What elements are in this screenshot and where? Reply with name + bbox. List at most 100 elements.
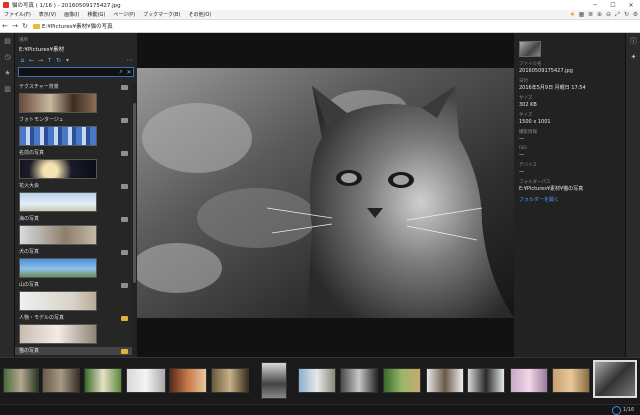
folder-thumbnail xyxy=(19,159,97,179)
folder-item-named[interactable]: 名前の写真 xyxy=(15,149,132,182)
filename-value: 20160509175427.jpg xyxy=(519,68,573,74)
menu-file[interactable]: ファイル(F) xyxy=(0,11,35,18)
bookmark-icon[interactable]: ▾ xyxy=(63,57,72,64)
folder-thumbnail xyxy=(19,324,97,344)
iso-value: — xyxy=(519,152,524,158)
zoom-out-icon[interactable]: ⊖ xyxy=(604,11,613,18)
folder-item-cats[interactable]: 猫の写真 xyxy=(15,347,132,355)
folder-icon xyxy=(121,184,128,189)
forward-icon[interactable]: → xyxy=(36,57,45,64)
search-icon[interactable]: ⌕ xyxy=(117,68,125,76)
location-label: 場所 xyxy=(19,38,28,43)
folder-search-input[interactable] xyxy=(19,68,117,76)
folder-name: 名前の写真 xyxy=(19,150,45,156)
settings-icon[interactable]: ⚙ xyxy=(631,11,640,18)
folder-name: 海の写真 xyxy=(19,216,40,222)
folder-name: 猫の写真 xyxy=(19,348,40,354)
folder-path-label: フォルダーパス xyxy=(519,180,551,185)
info-thumbnail xyxy=(519,41,541,57)
fit-icon[interactable]: ⤢ xyxy=(613,11,622,19)
folder-name: 犬の写真 xyxy=(19,249,40,255)
address-path[interactable]: E:¥Pictures¥素材¥猫の写真 xyxy=(42,22,113,30)
folder-tree-icon[interactable]: ▤ xyxy=(0,33,15,49)
location-path: E:¥Pictures¥素材 xyxy=(19,47,65,53)
home-icon[interactable]: ⌂ xyxy=(18,57,27,64)
clear-icon[interactable]: ✕ xyxy=(125,69,133,76)
film-thumbnail[interactable] xyxy=(211,368,249,393)
refresh-icon[interactable]: ↻ xyxy=(54,57,63,64)
folder-thumbnail xyxy=(19,93,97,113)
folder-name: 花火大会 xyxy=(19,183,40,189)
film-thumbnail-current[interactable] xyxy=(593,360,637,398)
minimize-icon[interactable]: ─ xyxy=(586,2,604,9)
folder-name: 人物・モデルの写真 xyxy=(19,315,65,321)
folder-item-texture[interactable]: テクスチャー背景 xyxy=(15,83,132,116)
info-panel: ファイル名 20160509175427.jpg 日付 2016年5月9日 月曜… xyxy=(514,33,625,357)
history-icon[interactable]: ◷ xyxy=(0,49,15,65)
film-thumbnail[interactable] xyxy=(426,368,464,393)
favorites-icon[interactable]: ★ xyxy=(0,65,15,81)
folder-name: フォトモンタージュ xyxy=(19,117,64,123)
star-icon[interactable]: ★ xyxy=(568,11,577,18)
rotate-icon[interactable]: ↻ xyxy=(622,11,631,18)
folder-name: 山の写真 xyxy=(19,282,40,288)
menu-image[interactable]: 画像(I) xyxy=(60,11,83,18)
info-icon[interactable]: ⓘ xyxy=(626,33,640,49)
list-icon[interactable]: ≣ xyxy=(586,11,595,18)
edit-icon[interactable]: ✦ xyxy=(626,49,640,65)
film-thumbnail[interactable] xyxy=(383,368,421,393)
dimensions-label: サイズ xyxy=(519,113,533,118)
menu-view[interactable]: 表示(V) xyxy=(35,11,60,18)
menu-bookmark[interactable]: ブックマーク(B) xyxy=(139,11,184,18)
zoom-in-icon[interactable]: ⊕ xyxy=(595,11,604,18)
film-thumbnail[interactable] xyxy=(84,368,122,393)
film-thumbnail[interactable] xyxy=(510,368,548,393)
forward-arrow-icon[interactable]: → xyxy=(10,22,20,30)
film-thumbnail[interactable] xyxy=(42,368,80,393)
address-bar: ← → ↻ E:¥Pictures¥素材¥猫の写真 xyxy=(0,20,640,33)
date-label: 日付 xyxy=(519,79,528,84)
folder-sidebar: 場所 E:¥Pictures¥素材 ⌂ ← → ↑ ↻ ▾ ⋯ ⌕ ✕ テクスチ… xyxy=(15,33,137,357)
film-thumbnail[interactable] xyxy=(3,368,39,393)
folder-item-sea[interactable]: 海の写真 xyxy=(15,215,132,248)
folder-list: テクスチャー背景 フォトモンタージュ 名前の写真 花火大会 海の写真 犬の写真 xyxy=(15,83,132,355)
close-icon[interactable]: ✕ xyxy=(622,2,640,9)
up-icon[interactable]: ↑ xyxy=(45,57,54,64)
menu-page[interactable]: ページ(P) xyxy=(109,11,139,18)
menu-other[interactable]: その他(O) xyxy=(184,11,215,18)
open-folder-link[interactable]: フォルダーを開く xyxy=(519,196,620,203)
folder-item-photomontage[interactable]: フォトモンタージュ xyxy=(15,116,132,149)
film-thumbnail[interactable] xyxy=(552,368,590,393)
refresh-icon[interactable]: ↻ xyxy=(20,22,30,30)
iso-label: ISO xyxy=(519,146,527,151)
folder-path-value: E:¥Pictures¥素材¥猫の写真 xyxy=(519,186,584,192)
app-icon xyxy=(3,2,9,8)
film-thumbnail[interactable] xyxy=(126,368,166,393)
back-arrow-icon[interactable]: ← xyxy=(0,22,10,30)
folder-item-dogs[interactable]: 犬の写真 xyxy=(15,248,132,281)
trash-icon[interactable]: ▥ xyxy=(0,81,15,97)
film-thumbnail[interactable] xyxy=(169,368,207,393)
filename-label: ファイル名 xyxy=(519,62,542,67)
folder-item-mountains[interactable]: 山の写真 xyxy=(15,281,132,314)
menu-move[interactable]: 移動(G) xyxy=(84,11,110,18)
film-thumbnail[interactable] xyxy=(467,368,505,393)
image-viewer[interactable] xyxy=(137,33,514,357)
back-icon[interactable]: ← xyxy=(27,57,36,64)
more-icon[interactable]: ⋯ xyxy=(125,57,134,64)
film-thumbnail[interactable] xyxy=(298,368,336,393)
film-thumbnail[interactable] xyxy=(340,368,378,393)
dimensions-value: 1500 x 1001 xyxy=(519,119,551,125)
folder-item-people[interactable]: 人物・モデルの写真 xyxy=(15,314,132,347)
folder-icon xyxy=(121,217,128,222)
maximize-icon[interactable]: ☐ xyxy=(604,2,622,9)
folder-icon xyxy=(121,349,128,354)
grid-icon[interactable]: ▦ xyxy=(577,11,586,18)
folder-icon xyxy=(121,151,128,156)
shooting-label: 撮影情報 xyxy=(519,130,537,135)
folder-thumbnail xyxy=(19,291,97,311)
film-thumbnail[interactable] xyxy=(261,362,287,399)
folder-item-fireworks[interactable]: 花火大会 xyxy=(15,182,132,215)
folder-icon xyxy=(121,316,128,321)
scrollbar-thumb[interactable] xyxy=(133,103,136,283)
